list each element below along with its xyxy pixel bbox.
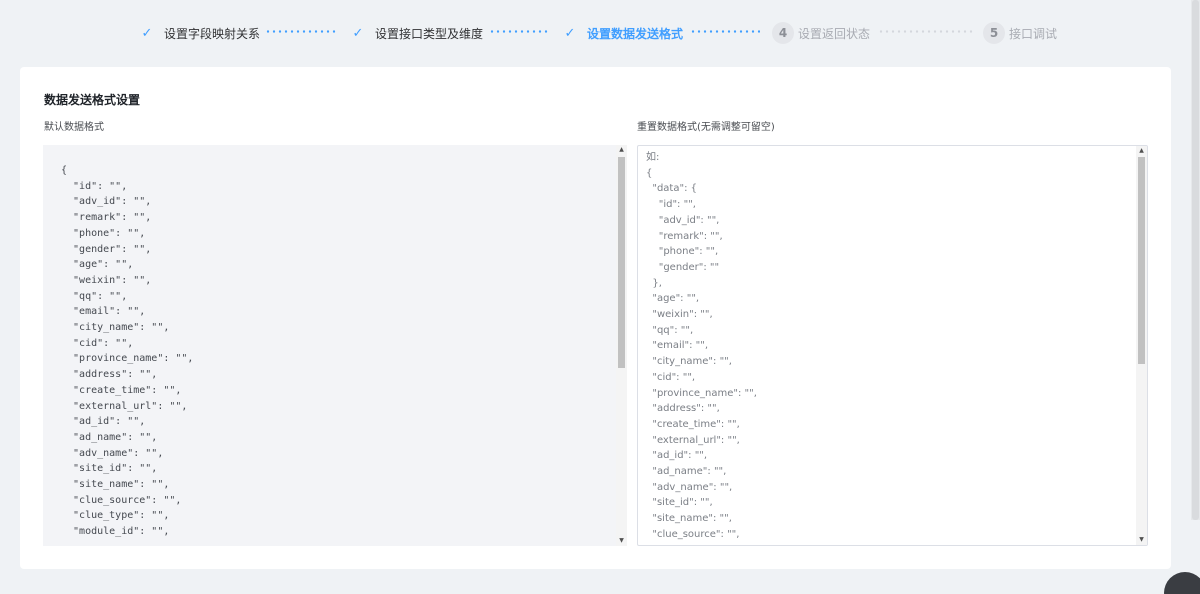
step-5[interactable]: 5 接口调试 [983,22,1057,44]
reset-format-placeholder: 如: { "data": { "id": "", "adv_id": "", "… [646,152,757,540]
default-format-label: 默认数据格式 [44,122,104,133]
reset-format-textarea[interactable]: 如: { "data": { "id": "", "adv_id": "", "… [637,145,1148,546]
step-2[interactable]: ✓ 设置接口类型及维度 [351,22,483,44]
reset-format-scrollbar[interactable]: ▲ ▼ [1136,146,1147,545]
step-connector-4 [878,30,973,33]
default-format-scrollbar[interactable]: ▲ ▼ [616,145,627,546]
format-settings-card: 数据发送格式设置 默认数据格式 重置数据格式(无需调整可留空) { "id": … [20,67,1171,569]
step-4-number: 4 [772,22,794,44]
reset-format-label: 重置数据格式(无需调整可留空) [637,122,775,133]
scroll-down-icon[interactable]: ▼ [1136,535,1147,545]
default-format-textarea[interactable]: { "id": "", "adv_id": "", "remark": "", … [43,145,627,546]
step-4-label: 设置返回状态 [798,26,871,41]
check-icon: ✓ [352,25,364,41]
step-4[interactable]: 4 设置返回状态 [772,22,870,44]
floating-help-button[interactable] [1164,572,1200,594]
page-scroll-thumb[interactable] [1192,0,1199,520]
step-5-label: 接口调试 [1009,26,1058,41]
reset-format-scroll-thumb[interactable] [1138,157,1145,364]
page-scrollbar[interactable] [1191,0,1200,520]
step-connector-1 [265,30,337,33]
scroll-up-icon[interactable]: ▲ [1136,146,1147,156]
step-2-label: 设置接口类型及维度 [375,26,484,41]
step-1-label: 设置字段映射关系 [164,26,261,41]
step-3-label: 设置数据发送格式 [587,26,684,41]
step-connector-2 [489,30,549,33]
scroll-down-icon[interactable]: ▼ [616,536,627,546]
step-connector-3 [690,30,760,33]
default-format-code: { "id": "", "adv_id": "", "remark": "", … [61,165,194,538]
default-format-scroll-thumb[interactable] [618,157,625,368]
check-icon: ✓ [141,25,153,41]
scroll-up-icon[interactable]: ▲ [616,145,627,155]
section-title: 数据发送格式设置 [44,93,141,107]
step-1[interactable]: ✓ 设置字段映射关系 [140,22,260,44]
steps-bar: ✓ 设置字段映射关系 ✓ 设置接口类型及维度 ✓ 设置数据发送格式 4 设置返回… [0,0,1200,66]
check-icon: ✓ [564,25,576,41]
step-3[interactable]: ✓ 设置数据发送格式 [563,22,683,44]
step-5-number: 5 [983,22,1005,44]
